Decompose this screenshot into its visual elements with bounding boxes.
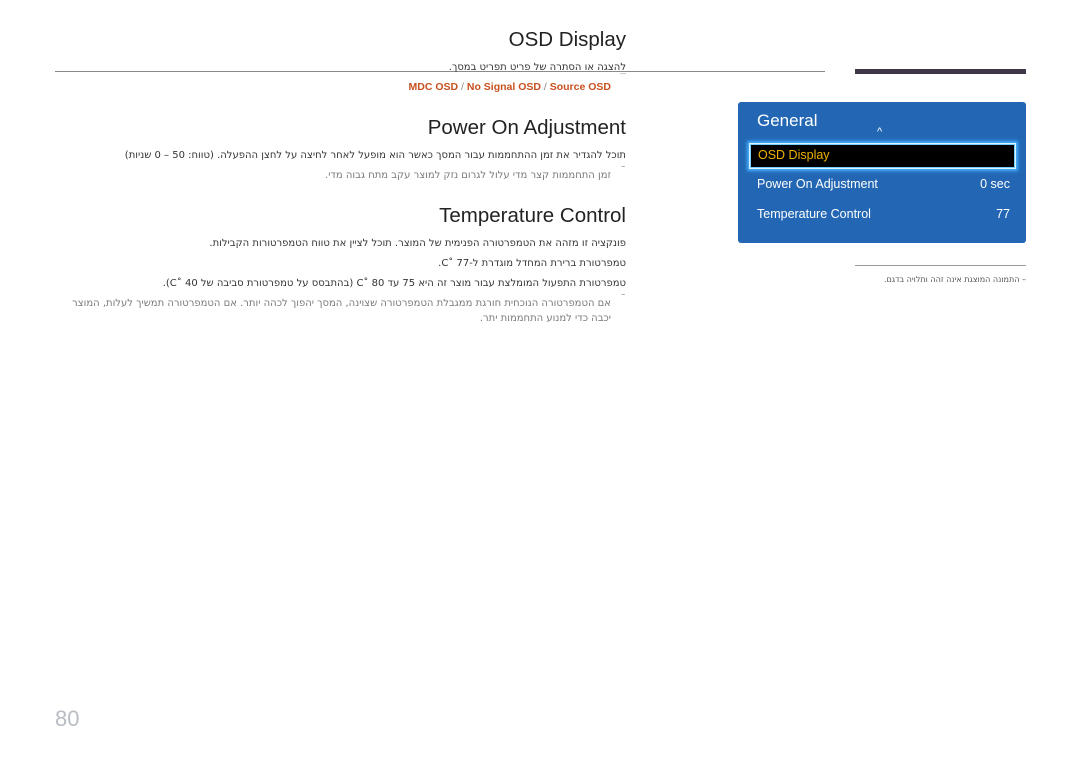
- menu-item-value: 0 sec: [980, 177, 1010, 191]
- image-caption: – התמונה המוצגת אינה זהה ותלויה בדגם.: [883, 275, 1026, 284]
- temperature-description: פונקציה זו מזהה את הטמפרטורה הפנימית של …: [209, 238, 626, 249]
- scroll-up-icon: ^: [877, 126, 883, 138]
- page-number: 80: [55, 706, 80, 731]
- option-source-osd: Source OSD: [549, 81, 611, 93]
- note-dash-icon: ¯: [620, 292, 627, 305]
- power-on-description: תוכל להגדיר את זמן ההתחממות עבור המסך כא…: [124, 150, 626, 161]
- caption-rule: [855, 265, 1026, 266]
- chapter-bar: [855, 69, 1026, 74]
- menu-item-value: 77: [996, 207, 1010, 221]
- panel-title: General: [757, 111, 818, 130]
- temperature-note: ¯ אם הטמפרטורה הנוכחית חורגת ממגבלת הטמפ…: [72, 292, 626, 324]
- section-title-osd-display: OSD Display: [508, 28, 626, 51]
- osd-display-description: להצגה או הסתרה של פריט תפריט במסך.: [448, 62, 626, 73]
- option-no-signal-osd: No Signal OSD: [466, 81, 541, 93]
- section-title-power-on: Power On Adjustment: [427, 116, 626, 139]
- header-rule: [55, 71, 825, 72]
- menu-item-label: Temperature Control: [757, 207, 871, 221]
- menu-item-label: OSD Display: [758, 148, 830, 162]
- temperature-recommended: טמפרטורת התפעול המומלצת עבור מוצר זה היא…: [162, 278, 626, 289]
- menu-item-temperature-control[interactable]: Temperature Control 77: [757, 207, 1010, 221]
- temperature-default: טמפרטורת ברירת המחדל מוגדרת ל-C˚ 77.: [438, 258, 626, 269]
- separator: /: [461, 81, 464, 93]
- separator: /: [543, 81, 547, 93]
- osd-options-list: MDC OSD / No Signal OSD / Source OSD: [409, 81, 612, 93]
- note-dash-icon: ¯: [620, 164, 627, 177]
- note-dash-icon: ¯: [619, 73, 626, 85]
- option-mdc-osd: MDC OSD: [408, 81, 459, 93]
- power-on-note: ¯ זמן התחממות קצר מדי עלול לגרום נזק למו…: [325, 164, 626, 181]
- general-menu-panel: General ^ OSD Display Power On Adjustmen…: [738, 102, 1026, 243]
- menu-item-label: Power On Adjustment: [757, 177, 878, 191]
- section-title-temperature: Temperature Control: [439, 204, 626, 227]
- menu-item-osd-display[interactable]: OSD Display: [749, 143, 1016, 169]
- menu-item-power-on-adjustment[interactable]: Power On Adjustment 0 sec: [757, 177, 1010, 191]
